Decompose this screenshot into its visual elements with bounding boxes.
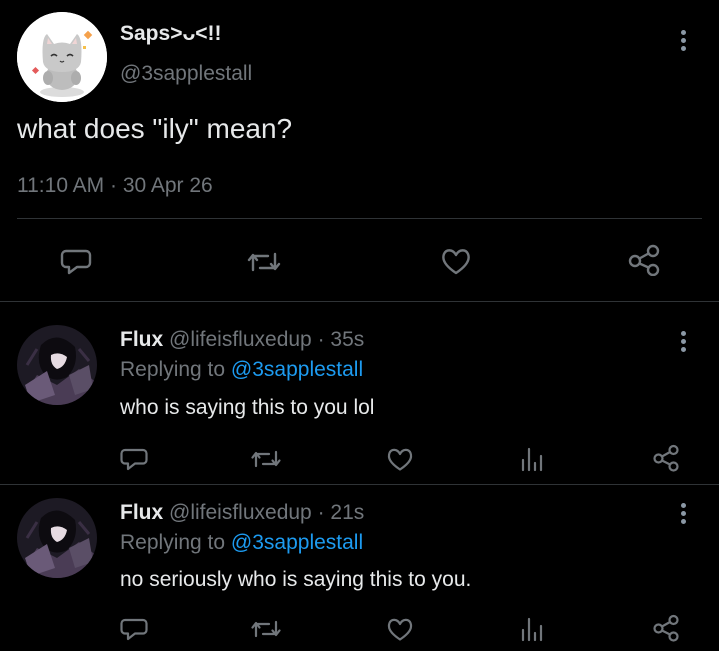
more-options-icon[interactable] [681,331,687,361]
retweet-icon[interactable] [250,447,282,471]
reply-avatar[interactable] [17,498,97,578]
reply-handle[interactable]: @lifeisfluxedup [169,328,312,351]
more-options-icon[interactable] [681,503,687,533]
more-options-icon[interactable] [681,30,687,60]
replying-to-link[interactable]: @3sapplestall [231,531,363,554]
like-icon[interactable] [386,446,414,472]
reply-icon[interactable] [120,446,148,472]
author-avatar[interactable] [17,12,107,102]
replying-to-link[interactable]: @3sapplestall [231,358,363,381]
analytics-icon[interactable] [520,446,546,472]
reply-text: who is saying this to you lol [120,396,375,419]
reply-icon[interactable] [60,246,92,276]
reply-display-name[interactable]: Flux [120,328,163,351]
like-icon[interactable] [386,616,414,642]
retweet-icon[interactable] [246,248,282,276]
divider [0,301,719,302]
share-icon[interactable] [627,244,661,276]
reply-header: Flux @lifeisfluxedup · 35s [120,328,364,352]
author-handle[interactable]: @3sapplestall [120,62,252,86]
reply-handle[interactable]: @lifeisfluxedup [169,501,312,524]
reply-time[interactable]: · 21s [318,501,365,524]
share-icon[interactable] [652,444,680,472]
reply-display-name[interactable]: Flux [120,501,163,524]
cat-avatar-icon [17,12,107,102]
divider [0,484,719,485]
replying-to-line: Replying to @3sapplestall [120,358,363,382]
reply-header: Flux @lifeisfluxedup · 21s [120,501,364,525]
divider [17,218,702,219]
reply-icon[interactable] [120,616,148,642]
tweet-timestamp: 11:10 AM · 30 Apr 26 [17,174,213,197]
reply-time[interactable]: · 35s [318,328,365,351]
tweet-text: what does "ily" mean? [17,113,293,144]
retweet-icon[interactable] [250,617,282,641]
analytics-icon[interactable] [520,616,546,642]
reply-avatar[interactable] [17,325,97,405]
replying-to-line: Replying to @3sapplestall [120,531,363,555]
anime-avatar-icon [17,325,97,405]
reply-text: no seriously who is saying this to you. [120,568,472,591]
anime-avatar-icon [17,498,97,578]
author-display-name[interactable]: Saps>ᴗ<!! [120,22,222,46]
share-icon[interactable] [652,614,680,642]
replying-to-label: Replying to [120,531,226,554]
replying-to-label: Replying to [120,358,226,381]
like-icon[interactable] [440,246,472,276]
